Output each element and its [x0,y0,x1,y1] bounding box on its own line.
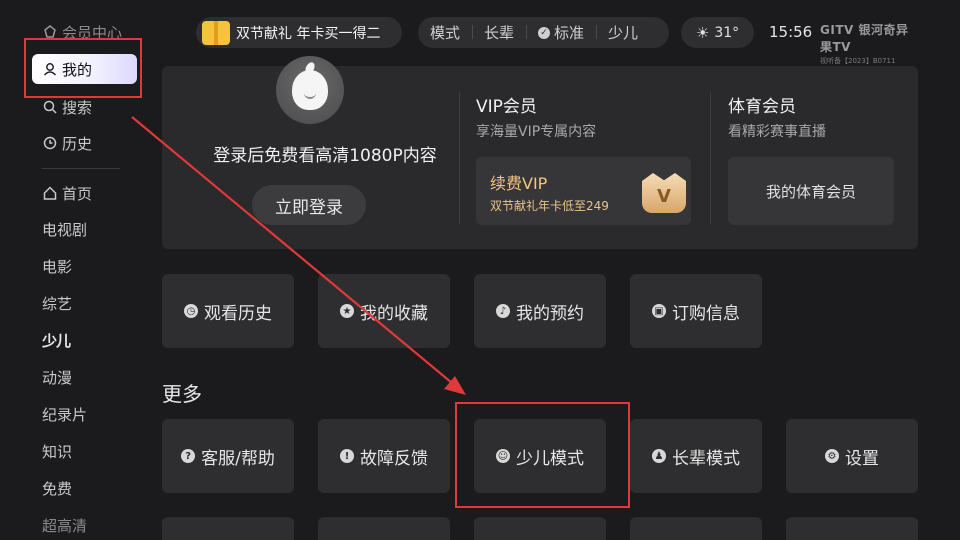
sidebar-item-anime[interactable]: 动漫 [42,362,72,392]
home-icon [42,186,57,201]
sidebar-item-history[interactable]: 历史 [42,128,92,158]
brand-name: GITV 银河奇异果TV [820,23,909,54]
mode-elder-label: 长辈 [484,24,515,42]
sidebar-item-knowledge[interactable]: 知识 [42,436,72,466]
renew-vip-promo: 双节献礼年卡低至249 [490,199,609,213]
mode-switcher: 模式 长辈 ✓ 标准 少儿 [418,17,669,48]
sidebar-item-label: 免费 [42,479,73,498]
bell-icon: ♪ [496,304,510,318]
tile-label: 订购信息 [672,303,740,324]
sidebar-divider [42,168,120,169]
divider [459,92,460,224]
highlight-box-mine [24,38,142,98]
divider [710,92,711,224]
highlight-box-kids-mode [455,402,630,508]
mode-label: 模式 [418,22,472,43]
sidebar-item-documentary[interactable]: 纪录片 [42,399,87,429]
login-prompt: 登录后免费看高清1080P内容 [213,146,437,166]
vip-title: VIP会员 [476,97,537,117]
more-tile-partial[interactable] [162,517,294,540]
mode-standard-label: 标准 [554,24,585,42]
brand-logo: GITV 银河奇异果TV 视听备【2023】B0711 [820,21,920,66]
sidebar-item-label: 电视剧 [42,220,88,239]
more-tile-partial[interactable] [786,517,918,540]
vip-badge-letter: V [657,185,671,207]
help-icon: ? [181,449,196,463]
tile-label: 观看历史 [204,303,272,324]
sidebar-item-kids[interactable]: 少儿 [42,325,71,355]
my-sport-membership-button[interactable]: 我的体育会员 [728,157,894,225]
clock-icon: ◷ [184,304,198,318]
renew-vip-button[interactable]: 续费VIP 双节献礼年卡低至249 V [476,157,691,225]
clock: 15:56 [769,23,813,41]
bag-icon: ▣ [652,304,666,318]
more-tile-partial[interactable] [318,517,450,540]
sidebar-item-label: 动漫 [42,368,73,387]
feedback-tile[interactable]: ! 故障反馈 [318,419,450,493]
tile-label: 我的收藏 [360,303,428,324]
vip-subtitle: 享海量VIP专属内容 [476,124,597,140]
tile-label: 长辈模式 [672,448,740,469]
elder-mode-tile[interactable]: ♟ 长辈模式 [630,419,762,493]
license-text: 视听备【2023】B0711 [820,57,896,65]
avatar [276,56,344,124]
mode-kids-label: 少儿 [608,24,639,42]
sidebar-item-label: 纪录片 [42,405,88,424]
sun-icon: ☀ [695,23,710,42]
sidebar-item-label: 综艺 [42,294,73,313]
more-tile-partial[interactable] [474,517,606,540]
more-tile-partial[interactable] [630,517,762,540]
sidebar-item-label: 电影 [42,257,73,276]
watch-history-tile[interactable]: ◷ 观看历史 [162,274,294,348]
promo-text: 双节献礼 年卡买一得二 [236,25,381,42]
mascot-face-icon [292,70,328,110]
sidebar-item-movies[interactable]: 电影 [42,251,72,281]
mode-standard[interactable]: ✓ 标准 [526,22,596,43]
reservations-tile[interactable]: ♪ 我的预约 [474,274,606,348]
gift-icon [202,20,230,45]
gear-icon: ⚙ [825,449,839,463]
more-section-title: 更多 [162,382,202,406]
mode-elder[interactable]: 长辈 [472,22,526,43]
sidebar-item-label: 首页 [62,184,93,203]
weather-widget[interactable]: ☀ 31° [681,17,754,48]
sidebar-item-label: 知识 [42,442,73,461]
promo-banner[interactable]: 双节献礼 年卡买一得二 [196,17,402,48]
sidebar-item-uhd[interactable]: 超高清 [42,510,87,540]
tile-label: 我的预约 [516,303,584,324]
tile-label: 设置 [845,448,879,469]
alert-icon: ! [340,449,354,463]
sidebar-item-label: 历史 [62,134,93,153]
sidebar-item-label: 超高清 [42,516,88,535]
tile-label: 客服/帮助 [201,448,275,469]
elder-icon: ♟ [652,449,666,463]
search-icon [42,100,57,115]
clock-icon [42,136,57,151]
star-icon: ★ [340,304,354,318]
mode-label-text: 模式 [430,24,461,42]
sport-title: 体育会员 [728,97,796,117]
sidebar-item-label: 搜索 [62,98,93,117]
favorites-tile[interactable]: ★ 我的收藏 [318,274,450,348]
sidebar-item-variety[interactable]: 综艺 [42,288,72,318]
mode-kids[interactable]: 少儿 [596,22,650,43]
sport-subtitle: 看精彩赛事直播 [728,124,826,140]
check-icon: ✓ [538,26,551,39]
settings-tile[interactable]: ⚙ 设置 [786,419,918,493]
login-button[interactable]: 立即登录 [252,185,366,225]
orders-tile[interactable]: ▣ 订购信息 [630,274,762,348]
renew-vip-label: 续费VIP [490,174,548,193]
sidebar-item-home[interactable]: 首页 [42,178,92,208]
sidebar-item-label: 少儿 [42,331,71,350]
sidebar-item-tv-series[interactable]: 电视剧 [42,214,87,244]
help-tile[interactable]: ? 客服/帮助 [162,419,294,493]
sidebar-item-free[interactable]: 免费 [42,473,72,503]
vip-crown-icon: V [642,173,686,213]
temperature: 31° [714,24,740,41]
tile-label: 故障反馈 [360,448,428,469]
